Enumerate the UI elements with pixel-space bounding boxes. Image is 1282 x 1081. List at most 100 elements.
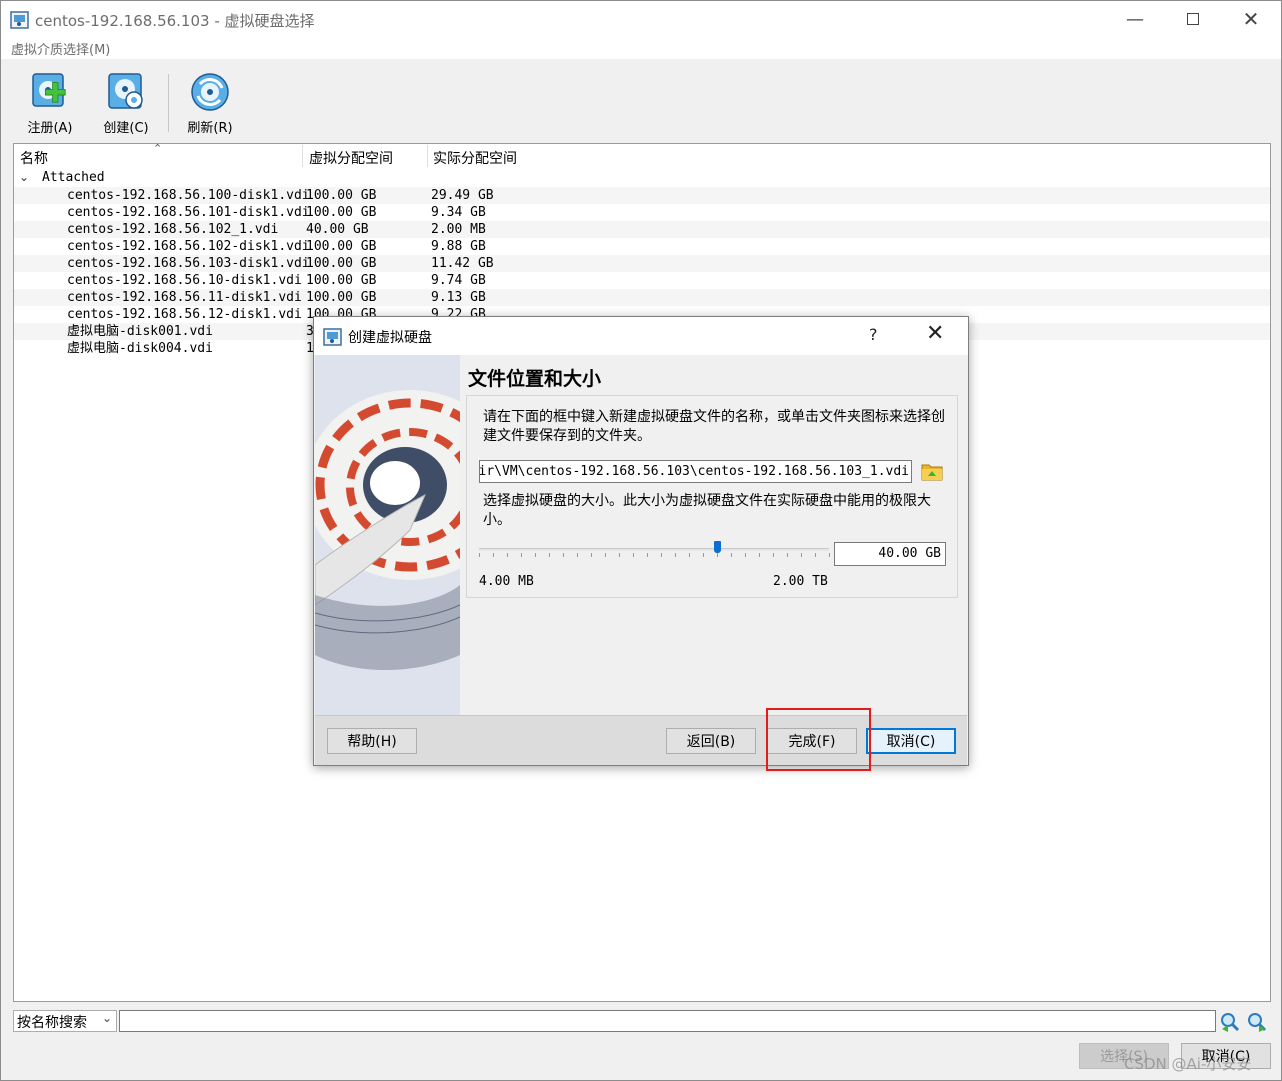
create-button[interactable]: 创建(C) — [98, 70, 154, 136]
help-icon[interactable]: ? — [869, 325, 878, 344]
window-title: centos-192.168.56.103 - 虚拟硬盘选择 — [35, 12, 315, 30]
slider-tick — [759, 553, 760, 557]
location-size-panel: 请在下面的框中键入新建虚拟硬盘文件的名称，或单击文件夹图标来选择创建文件要保存到… — [466, 395, 958, 598]
slider-thumb[interactable] — [714, 541, 721, 553]
virtual-size-cell: 100.00 GB — [306, 256, 377, 271]
search-mode-label: 按名称搜索 — [17, 1015, 87, 1031]
slider-tick — [521, 553, 522, 557]
table-row[interactable]: centos-192.168.56.102_1.vdi 40.00 GB 2.00 … — [14, 221, 1270, 238]
table-row[interactable]: centos-192.168.56.100-disk1.vdi 100.00 GB… — [14, 187, 1270, 204]
size-slider[interactable] — [479, 540, 830, 562]
toolbar-separator — [168, 74, 169, 132]
slider-tick — [815, 553, 816, 557]
slider-tick — [661, 553, 662, 557]
add-button-label: 注册(A) — [27, 121, 73, 136]
folder-icon[interactable] — [921, 460, 943, 482]
group-label: Attached — [42, 170, 105, 185]
add-disk-icon — [32, 73, 66, 107]
actual-size-cell: 29.49 GB — [431, 188, 494, 203]
chevron-down-icon: ⌄ — [101, 1011, 112, 1025]
virtual-size-cell: 100.00 GB — [306, 205, 377, 220]
disk-name-cell: centos-192.168.56.100-disk1.vdi — [67, 188, 310, 203]
finish-button[interactable]: 完成(F) — [767, 728, 857, 754]
slider-tick — [535, 553, 536, 557]
column-header-actual[interactable]: 实际分配空间 — [433, 148, 517, 168]
sort-up-icon: ⌃ — [153, 143, 163, 155]
disk-name-cell: centos-192.168.56.10-disk1.vdi — [67, 273, 302, 288]
slider-tick — [773, 553, 774, 557]
slider-tick — [717, 553, 718, 557]
location-description: 请在下面的框中键入新建虚拟硬盘文件的名称，或单击文件夹图标来选择创建文件要保存到… — [483, 409, 945, 444]
slider-tick — [549, 553, 550, 557]
disk-name-cell: centos-192.168.56.101-disk1.vdi — [67, 205, 310, 220]
group-row-attached[interactable]: ⌄ Attached — [14, 170, 1270, 187]
table-row[interactable]: centos-192.168.56.10-disk1.vdi 100.00 GB 9… — [14, 272, 1270, 289]
slider-tick — [745, 553, 746, 557]
slider-tick — [787, 553, 788, 557]
slider-tick — [801, 553, 802, 557]
minimize-button[interactable]: — — [1106, 1, 1164, 37]
file-path-field[interactable]: ldir\VM\centos-192.168.56.103\centos-192… — [479, 460, 912, 483]
table-row[interactable]: centos-192.168.56.102-disk1.vdi 100.00 GB… — [14, 238, 1270, 255]
column-header-virtual[interactable]: 虚拟分配空间 — [309, 148, 393, 168]
slider-tick — [829, 553, 830, 557]
search-next-icon[interactable] — [1246, 1011, 1268, 1033]
close-button[interactable]: ✕ — [1222, 1, 1280, 37]
min-size-label: 4.00 MB — [479, 574, 534, 589]
maximize-icon — [1187, 13, 1199, 25]
slider-tick — [479, 553, 480, 557]
max-size-label: 2.00 TB — [773, 574, 828, 589]
slider-tick — [493, 553, 494, 557]
disk-name-cell: centos-192.168.56.102-disk1.vdi — [67, 239, 310, 254]
slider-tick — [619, 553, 620, 557]
disk-name-cell: 虚拟电脑-disk001.vdi — [67, 324, 213, 339]
slider-tick — [703, 553, 704, 557]
table-row[interactable]: centos-192.168.56.101-disk1.vdi 100.00 GB… — [14, 204, 1270, 221]
slider-tick — [633, 553, 634, 557]
virtual-size-cell: 40.00 GB — [306, 222, 369, 237]
create-button-label: 创建(C) — [103, 121, 149, 136]
search-input[interactable] — [119, 1010, 1216, 1032]
watermark: CSDN @Ai-小安安 — [1124, 1055, 1252, 1073]
disk-name-cell: 虚拟电脑-disk004.vdi — [67, 341, 213, 356]
virtual-size-cell: 100.00 GB — [306, 239, 377, 254]
search-mode-select[interactable]: 按名称搜索 ⌄ — [13, 1010, 117, 1032]
slider-tick — [731, 553, 732, 557]
slider-tick — [507, 553, 508, 557]
virtualbox-icon — [10, 11, 29, 29]
virtual-size-cell: 100.00 GB — [306, 188, 377, 203]
menu-bar: 虚拟介质选择(M) — [1, 37, 1281, 59]
search-prev-icon[interactable] — [1219, 1011, 1241, 1033]
virtual-size-cell: 100.00 GB — [306, 290, 377, 305]
actual-size-cell: 11.42 GB — [431, 256, 494, 271]
actual-size-cell: 9.34 GB — [431, 205, 486, 220]
maximize-button[interactable] — [1164, 1, 1222, 37]
wizard-side-image — [315, 355, 460, 715]
hard-disk-illustration — [315, 355, 460, 715]
table-row[interactable]: centos-192.168.56.103-disk1.vdi 100.00 GB… — [14, 255, 1270, 272]
help-button[interactable]: 帮助(H) — [327, 728, 417, 754]
back-button[interactable]: 返回(B) — [666, 728, 756, 754]
disk-name-cell: centos-192.168.56.103-disk1.vdi — [67, 256, 310, 271]
dialog-heading: 文件位置和大小 — [468, 368, 602, 390]
size-description: 选择虚拟硬盘的大小。此大小为虚拟硬盘文件在实际硬盘中能用的极限大小。 — [483, 493, 931, 528]
slider-tick — [563, 553, 564, 557]
minimize-icon: — — [1126, 8, 1144, 30]
virtualbox-icon — [323, 328, 342, 346]
refresh-button-label: 刷新(R) — [187, 121, 233, 136]
dialog-cancel-button[interactable]: 取消(C) — [866, 728, 956, 754]
disk-name-cell: centos-192.168.56.11-disk1.vdi — [67, 290, 302, 305]
column-header-name[interactable]: 名称 — [20, 148, 48, 168]
chevron-down-icon[interactable]: ⌄ — [19, 170, 29, 184]
tree-header: 名称 ⌃ 虚拟分配空间 实际分配空间 — [14, 144, 1270, 170]
slider-tick — [577, 553, 578, 557]
dialog-title-bar: 创建虚拟硬盘 ? ✕ — [314, 317, 968, 355]
table-row[interactable]: centos-192.168.56.11-disk1.vdi 100.00 GB 9… — [14, 289, 1270, 306]
title-bar: centos-192.168.56.103 - 虚拟硬盘选择 — ✕ — [1, 1, 1281, 37]
slider-track — [479, 548, 829, 551]
close-icon[interactable]: ✕ — [926, 321, 944, 346]
refresh-button[interactable]: 刷新(R) — [182, 70, 238, 136]
add-button[interactable]: 注册(A) — [22, 70, 78, 136]
menu-media[interactable]: 虚拟介质选择(M) — [11, 39, 110, 58]
size-input[interactable]: 40.00 GB — [834, 542, 946, 566]
